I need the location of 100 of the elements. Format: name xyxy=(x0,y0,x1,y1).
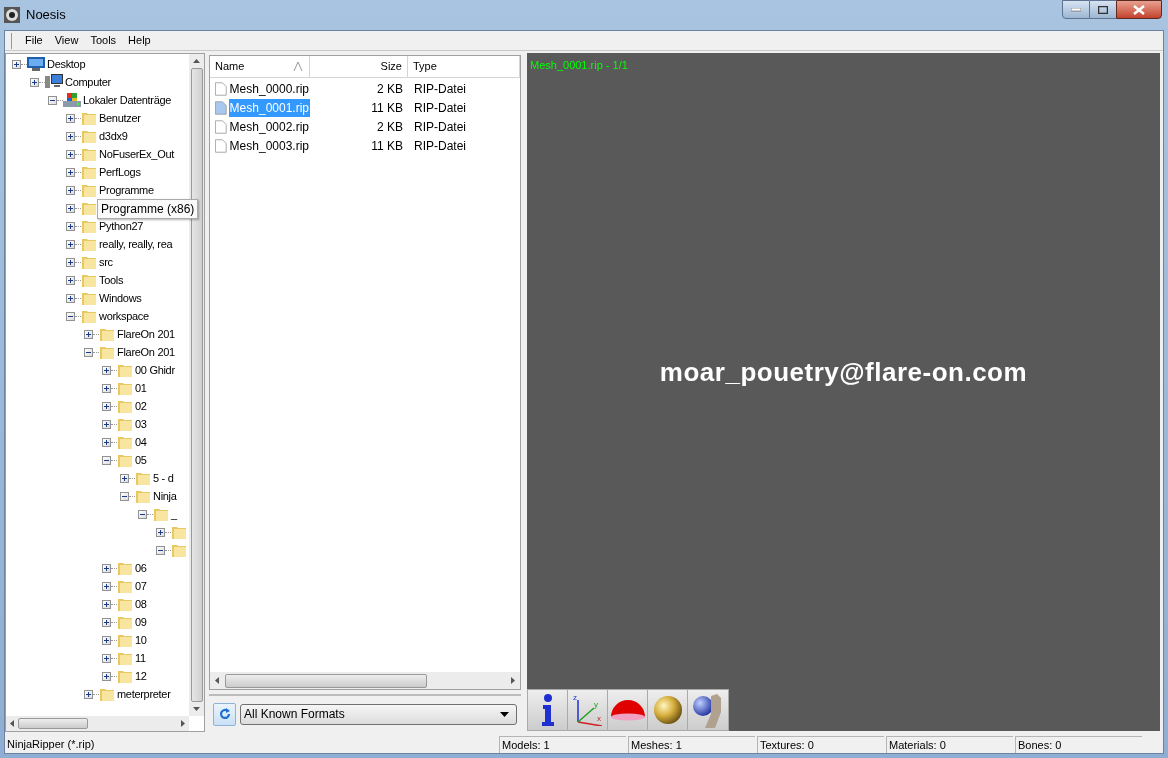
app-logo-icon xyxy=(4,7,20,23)
tree-item-label[interactable]: meterpreter xyxy=(117,685,171,703)
tree-item-label[interactable]: Ninja xyxy=(153,487,177,505)
expander[interactable] xyxy=(84,689,93,699)
tree-item-label[interactable]: src xyxy=(99,253,113,271)
expander[interactable] xyxy=(48,95,57,105)
tree-item-label[interactable]: 01 xyxy=(135,379,147,397)
expander[interactable] xyxy=(66,239,75,249)
expander[interactable] xyxy=(84,329,93,339)
expander[interactable] xyxy=(156,527,165,537)
tree-item-label[interactable]: Desktop xyxy=(47,55,86,73)
tree-item-label[interactable]: FlareOn 201 xyxy=(117,343,175,361)
menu-item[interactable]: View xyxy=(48,31,85,50)
expander[interactable] xyxy=(102,599,111,609)
sphere-hand-button[interactable] xyxy=(688,690,728,730)
expander[interactable] xyxy=(102,617,111,627)
column-header[interactable]: Size xyxy=(310,56,408,77)
expander[interactable] xyxy=(84,347,93,357)
tree-item-label[interactable]: d3dx9 xyxy=(99,127,128,145)
expander[interactable] xyxy=(66,293,75,303)
expander[interactable] xyxy=(66,167,75,177)
format-dropdown[interactable]: All Known Formats xyxy=(240,703,517,725)
expander[interactable] xyxy=(66,221,75,231)
tree-item-label[interactable]: FlareOn 201 xyxy=(117,325,175,343)
expander[interactable] xyxy=(120,491,129,501)
menu-item[interactable]: Tools xyxy=(84,31,123,50)
tree-item-label[interactable]: 10 xyxy=(135,631,147,649)
file-name[interactable]: Mesh_0003.rip xyxy=(228,136,310,155)
expander[interactable] xyxy=(102,401,111,411)
tree-item-label[interactable]: _ xyxy=(171,505,177,523)
minimize-button[interactable] xyxy=(1062,0,1090,19)
tree-item-label[interactable]: Python27 xyxy=(99,217,144,235)
info-button[interactable] xyxy=(528,690,568,730)
menu-item[interactable]: Help xyxy=(122,31,157,50)
expander[interactable] xyxy=(66,257,75,267)
tree-item-label[interactable]: 03 xyxy=(135,415,147,433)
status-panel: Bones: 0 xyxy=(1015,736,1142,753)
column-header[interactable]: Type xyxy=(408,56,520,77)
horizontal-scrollbar[interactable] xyxy=(210,672,520,689)
file-name[interactable]: Mesh_0000.rip xyxy=(228,79,310,98)
tree-item-label[interactable]: workspace xyxy=(99,307,149,325)
expander[interactable] xyxy=(102,671,111,681)
tree-item-label[interactable]: 04 xyxy=(135,433,147,451)
expander[interactable] xyxy=(12,59,21,69)
tree-item-label[interactable]: 05 xyxy=(135,451,147,469)
horizontal-scrollbar[interactable] xyxy=(6,716,189,731)
tree-item-label[interactable]: 07 xyxy=(135,577,147,595)
expander[interactable] xyxy=(102,365,111,375)
refresh-button[interactable] xyxy=(213,702,236,726)
folder-icon xyxy=(81,182,97,198)
expander[interactable] xyxy=(66,113,75,123)
tree-item-label[interactable]: Lokaler Datenträge xyxy=(83,91,172,109)
expander[interactable] xyxy=(102,383,111,393)
expander[interactable] xyxy=(102,581,111,591)
sphere-button[interactable] xyxy=(648,690,688,730)
expander[interactable] xyxy=(120,473,129,483)
tree-item-label[interactable]: 5 - d xyxy=(153,469,174,487)
scroll-thumb[interactable] xyxy=(225,673,427,688)
tree-item-label[interactable]: 08 xyxy=(135,595,147,613)
file-name[interactable]: Mesh_0002.rip xyxy=(228,117,310,136)
expander[interactable] xyxy=(66,311,75,321)
tree-item-label[interactable]: PerfLogs xyxy=(99,163,141,181)
expander[interactable] xyxy=(102,653,111,663)
close-button[interactable] xyxy=(1116,0,1162,19)
expander[interactable] xyxy=(66,275,75,285)
maximize-icon xyxy=(1098,5,1108,14)
expander[interactable] xyxy=(102,455,111,465)
expander[interactable] xyxy=(138,509,147,519)
file-size: 2 KB xyxy=(376,118,404,136)
folder-icon xyxy=(117,560,133,576)
tree-item-label[interactable]: Benutzer xyxy=(99,109,141,127)
tree-item-label[interactable]: 09 xyxy=(135,613,147,631)
column-header[interactable]: Name xyxy=(210,56,310,77)
tree-item-label[interactable]: Tools xyxy=(99,271,124,289)
status-text: NinjaRipper (*.rip) xyxy=(6,737,96,752)
menu-item[interactable]: File xyxy=(19,31,49,50)
tree-item-label[interactable]: 02 xyxy=(135,397,147,415)
expander[interactable] xyxy=(66,185,75,195)
tree-item-label[interactable]: 12 xyxy=(135,667,147,685)
tree-item-label[interactable]: really, really, rea xyxy=(99,235,173,253)
expander[interactable] xyxy=(102,419,111,429)
expander[interactable] xyxy=(102,437,111,447)
tree-item-label[interactable]: 11 xyxy=(135,649,146,667)
tree-item-label[interactable]: Windows xyxy=(99,289,142,307)
expander[interactable] xyxy=(66,149,75,159)
tree-item-label[interactable]: 00 Ghidr xyxy=(135,361,175,379)
expander[interactable] xyxy=(66,203,75,213)
expander[interactable] xyxy=(102,563,111,573)
tree-item-label[interactable]: 06 xyxy=(135,559,147,577)
model-viewport[interactable]: Mesh_0001.rip - 1/1 moar_pouetry@flare-on.com z y x xyxy=(527,53,1160,731)
expander[interactable] xyxy=(66,131,75,141)
hemisphere-button[interactable] xyxy=(608,690,648,730)
maximize-button[interactable] xyxy=(1090,0,1116,19)
tree-item-label[interactable]: Programme xyxy=(99,181,154,199)
scroll-thumb[interactable] xyxy=(18,718,88,729)
expander[interactable] xyxy=(30,77,39,87)
tree-item-label[interactable]: NoFuserEx_Out xyxy=(99,145,174,163)
tree-item-label[interactable]: Computer xyxy=(65,73,111,91)
expander[interactable] xyxy=(102,635,111,645)
expander[interactable] xyxy=(156,545,165,555)
